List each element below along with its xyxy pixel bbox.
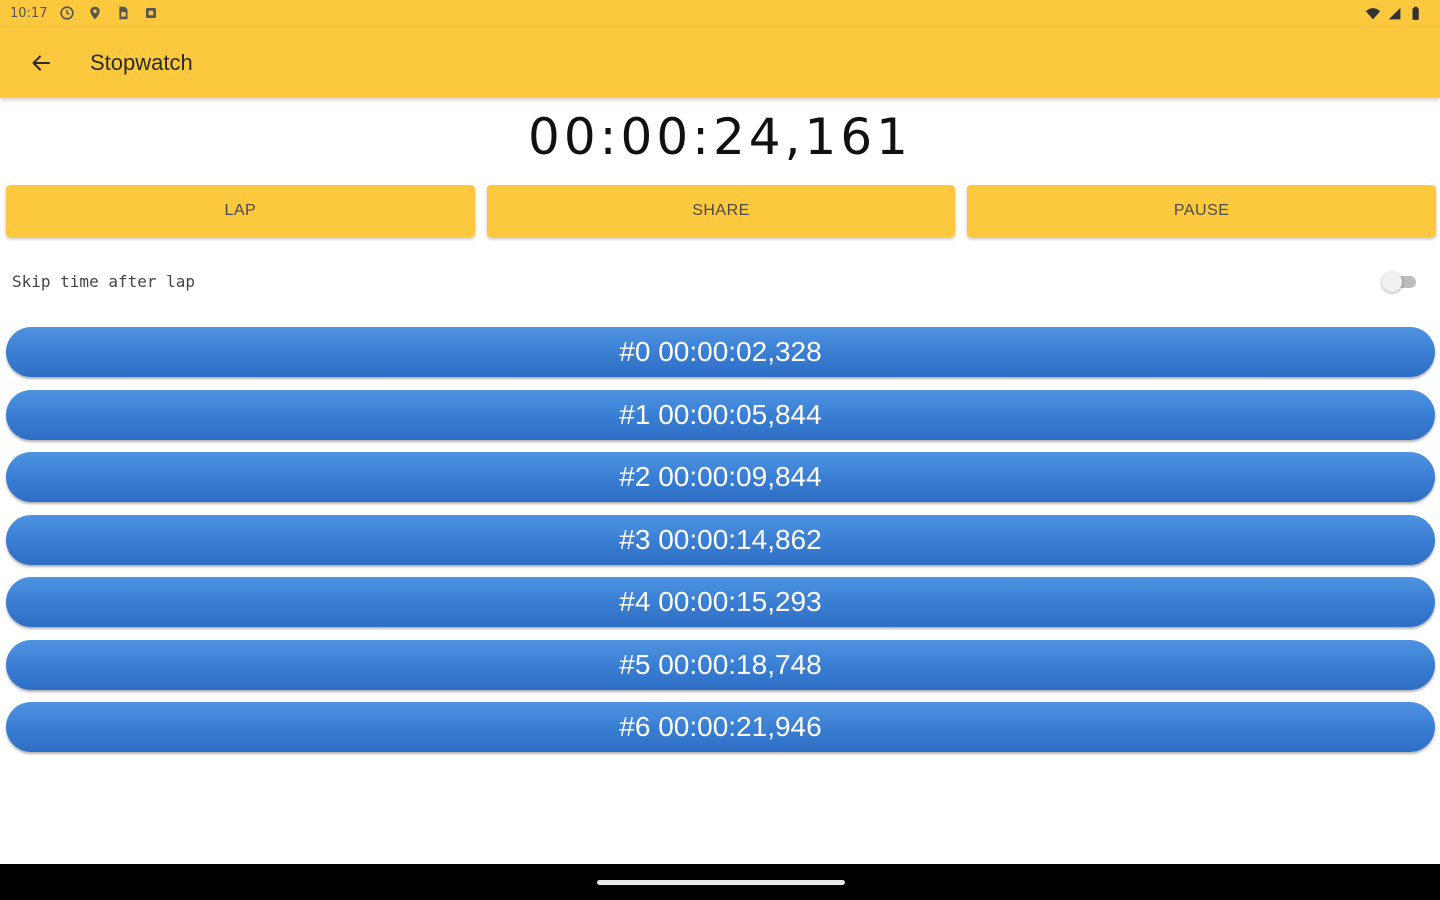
share-button[interactable]: SHARE [486,185,956,237]
page-title: Stopwatch [90,50,193,75]
signal-icon [1388,7,1401,20]
lap-item[interactable]: #5 00:00:18,748 [6,639,1435,690]
app-bar: Stopwatch [0,28,1440,98]
clock-icon [60,6,74,20]
status-icons-left [58,4,160,22]
control-buttons: LAP SHARE PAUSE [6,185,1437,237]
wifi-icon [1365,8,1381,20]
lap-item[interactable]: #1 00:00:05,844 [6,389,1435,440]
lap-item[interactable]: #0 00:00:02,328 [6,327,1435,377]
lap-item[interactable]: #4 00:00:15,293 [6,577,1435,627]
arrow-left-icon [32,55,50,71]
skip-time-label: Skip time after lap [12,272,196,291]
status-bar: 10:17 [0,0,1440,28]
lap-button[interactable]: LAP [6,185,475,237]
toggle-thumb [1382,272,1402,292]
square-icon [146,8,156,18]
status-icons-right [1364,5,1426,23]
sim-icon [119,6,128,20]
status-time: 10:17 [10,6,48,21]
location-icon [90,6,100,20]
back-button[interactable] [20,42,62,84]
battery-icon [1412,6,1419,20]
navigation-bar [0,864,1440,900]
home-gesture-handle[interactable] [597,880,845,885]
lap-item[interactable]: #2 00:00:09,844 [6,452,1435,502]
lap-list: #0 00:00:02,328 #1 00:00:05,844 #2 00:00… [6,327,1435,765]
stopwatch-display: 00:00:24,161 [528,108,912,166]
lap-item[interactable]: #3 00:00:14,862 [6,514,1435,565]
skip-time-toggle[interactable] [1382,272,1418,292]
pause-button[interactable]: PAUSE [967,185,1437,237]
lap-item[interactable]: #6 00:00:21,946 [6,702,1435,752]
